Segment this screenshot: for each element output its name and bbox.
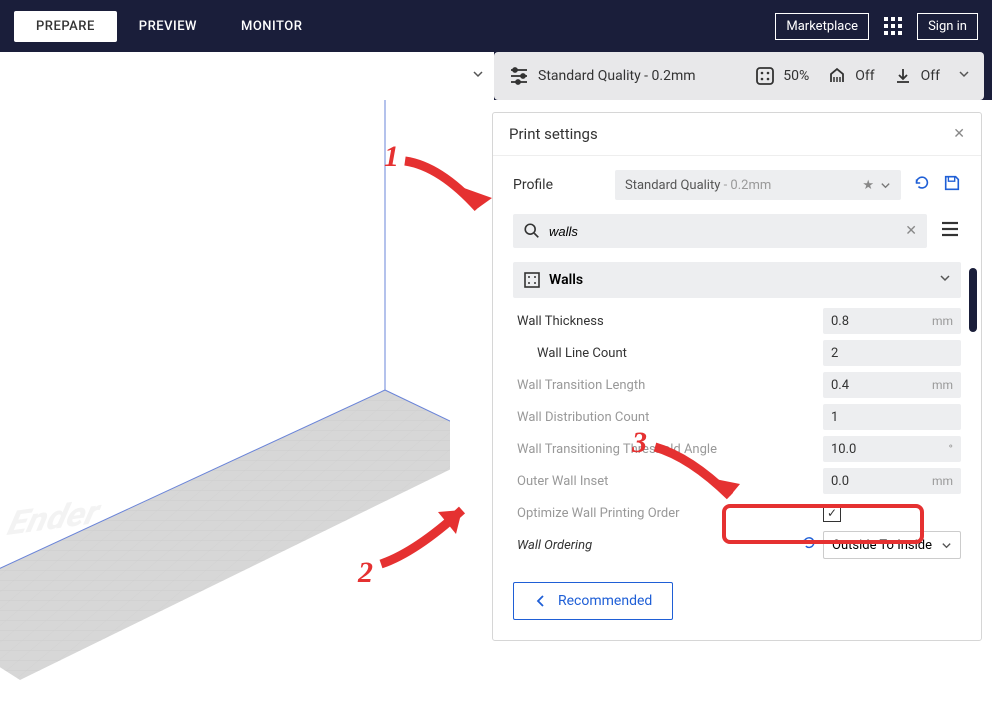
top-right: Marketplace Sign in <box>775 12 978 40</box>
setting-label: Wall Transition Length <box>513 378 823 393</box>
setting-input[interactable]: 0.4mm <box>823 372 961 398</box>
tab-monitor[interactable]: MONITOR <box>219 11 324 42</box>
setting-label: Wall Thickness <box>513 314 823 329</box>
adhesion-summary: Off <box>893 66 940 86</box>
infill-text: 50% <box>783 68 809 84</box>
profile-suffix: - 0.2mm <box>720 178 771 193</box>
quality-profile-summary: Standard Quality - 0.2mm <box>508 65 696 87</box>
setting-input[interactable]: 1 <box>823 404 961 430</box>
print-settings-panel: Print settings ✕ Profile Standard Qualit… <box>492 112 982 641</box>
close-icon[interactable]: ✕ <box>953 126 965 142</box>
tab-group: PREPARE PREVIEW MONITOR <box>14 11 324 42</box>
setting-input[interactable]: 10.0° <box>823 436 961 462</box>
profile-name: Standard Quality <box>625 178 720 193</box>
top-nav: PREPARE PREVIEW MONITOR Marketplace Sign… <box>0 0 992 52</box>
print-summary-bar[interactable]: Standard Quality - 0.2mm 50% Off Off <box>494 52 984 100</box>
recommended-button[interactable]: Recommended <box>513 582 673 620</box>
annotation-arrow-3 <box>650 442 750 514</box>
chevron-down-icon[interactable] <box>958 68 970 84</box>
annotation-label-2: 2 <box>358 556 373 590</box>
settings-menu-icon[interactable] <box>939 218 961 244</box>
setting-wall-thickness: Wall Thickness 0.8mm <box>513 306 961 336</box>
annotation-label-3: 3 <box>632 426 647 460</box>
object-dropdown[interactable] <box>0 52 494 100</box>
infill-summary: 50% <box>755 66 809 86</box>
annotation-arrow-2 <box>376 492 486 572</box>
setting-label: Wall Line Count <box>513 346 823 361</box>
save-profile-icon[interactable] <box>943 174 961 196</box>
chevron-down-icon[interactable] <box>939 272 951 288</box>
chevron-down-icon <box>941 540 952 551</box>
search-icon <box>523 222 541 240</box>
star-icon[interactable]: ★ <box>862 178 874 193</box>
chevron-left-icon <box>534 594 548 608</box>
reset-profile-icon[interactable] <box>913 174 931 196</box>
support-icon <box>827 66 847 86</box>
profile-dropdown[interactable]: Standard Quality - 0.2mm ★ <box>615 170 901 200</box>
infill-icon <box>755 66 775 86</box>
adhesion-icon <box>893 66 913 86</box>
adhesion-text: Off <box>921 68 940 84</box>
chevron-down-icon[interactable] <box>880 180 891 191</box>
setting-wall-distribution-count: Wall Distribution Count 1 <box>513 402 961 432</box>
setting-input[interactable]: 0.0mm <box>823 468 961 494</box>
annotation-arrow-1 <box>400 156 500 228</box>
apps-grid-icon[interactable] <box>879 12 907 40</box>
tab-prepare[interactable]: PREPARE <box>14 11 117 42</box>
setting-wall-line-count: Wall Line Count 2 <box>513 338 961 368</box>
recommended-label: Recommended <box>558 593 652 609</box>
profile-label: Profile <box>513 177 603 193</box>
sliders-icon <box>508 65 530 87</box>
walls-section-header[interactable]: Walls <box>513 262 961 298</box>
setting-label: Wall Distribution Count <box>513 410 823 425</box>
marketplace-button[interactable]: Marketplace <box>775 13 869 40</box>
quality-bar-wrap: Standard Quality - 0.2mm 50% Off Off <box>0 52 992 100</box>
tab-preview[interactable]: PREVIEW <box>117 11 219 42</box>
section-title-text: Walls <box>549 272 583 288</box>
build-plate-viewport[interactable]: Ender <box>0 100 450 700</box>
panel-title: Print settings <box>509 125 598 143</box>
annotation-highlight-box <box>722 504 924 544</box>
support-text: Off <box>855 68 874 84</box>
scrollbar[interactable] <box>969 268 977 332</box>
quality-profile-text: Standard Quality - 0.2mm <box>538 68 696 84</box>
settings-search-box[interactable]: ✕ <box>513 214 927 248</box>
search-row: ✕ <box>513 214 961 248</box>
annotation-label-1: 1 <box>384 140 399 174</box>
setting-input[interactable]: 2 <box>823 340 961 366</box>
chevron-down-icon <box>472 68 484 84</box>
setting-input[interactable]: 0.8mm <box>823 308 961 334</box>
support-summary: Off <box>827 66 874 86</box>
signin-button[interactable]: Sign in <box>917 13 978 40</box>
clear-search-icon[interactable]: ✕ <box>905 223 917 239</box>
search-input[interactable] <box>549 224 905 239</box>
walls-icon <box>523 271 541 289</box>
setting-wall-transition-length: Wall Transition Length 0.4mm <box>513 370 961 400</box>
panel-header: Print settings ✕ <box>493 113 981 156</box>
profile-row: Profile Standard Quality - 0.2mm ★ <box>513 170 961 200</box>
